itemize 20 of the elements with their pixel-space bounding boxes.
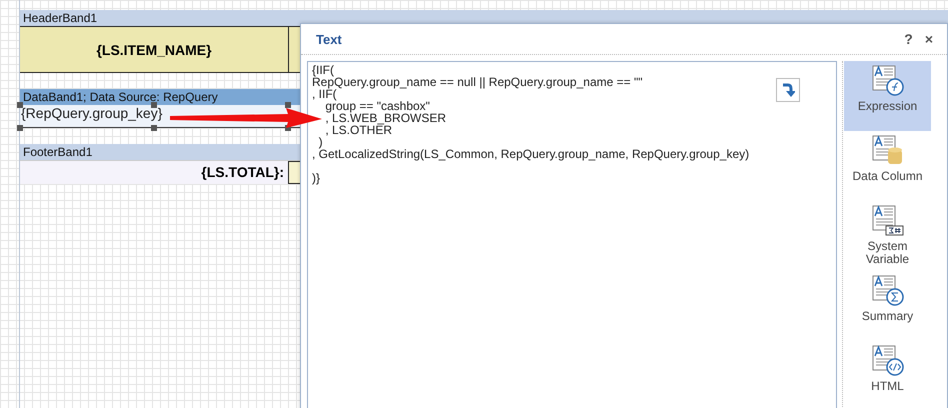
- expression-text: {IIF( RepQuery.group_name == null || RepQuery.group_name == "" , IIF( group == "cashbox" , LS.WEB_BROWSER , LS.OTHER ) , GetLocalizedString(LS_Common, RepQuery.group_name, RepQuery.group_key) )}: [312, 64, 750, 184]
- dialog-title: Text: [316, 32, 343, 46]
- help-button[interactable]: ?: [898, 31, 919, 47]
- close-button[interactable]: ×: [918, 31, 939, 47]
- document-code-icon: [872, 345, 904, 377]
- type-tab[interactable]: System Variable: [844, 201, 931, 271]
- type-tab[interactable]: Expression: [844, 61, 931, 131]
- expression-editor[interactable]: {IIF( RepQuery.group_name == null || RepQuery.group_name == "" , IIF( group == "cashbox" , LS.WEB_BROWSER , LS.OTHER ) , GetLocalizedString(LS_Common, RepQuery.group_name, RepQuery.group_key) )}: [307, 61, 837, 408]
- type-tab[interactable]: Summary: [844, 271, 931, 341]
- report-cell[interactable]: {LS.ITEM_NAME}: [20, 27, 289, 72]
- type-tab[interactable]: HTML: [844, 341, 931, 408]
- insert-button[interactable]: [776, 78, 800, 102]
- document-variable-icon: [872, 205, 904, 237]
- type-tab[interactable]: Data Column: [844, 131, 931, 201]
- report-cell[interactable]: {RepQuery.group_key}: [20, 105, 288, 128]
- curved-arrow-icon: [781, 82, 795, 98]
- document-sum-icon: [872, 275, 904, 307]
- document-database-icon: [872, 135, 904, 167]
- document-function-icon: [872, 65, 904, 97]
- report-cell[interactable]: {LS.TOTAL}:: [20, 161, 288, 184]
